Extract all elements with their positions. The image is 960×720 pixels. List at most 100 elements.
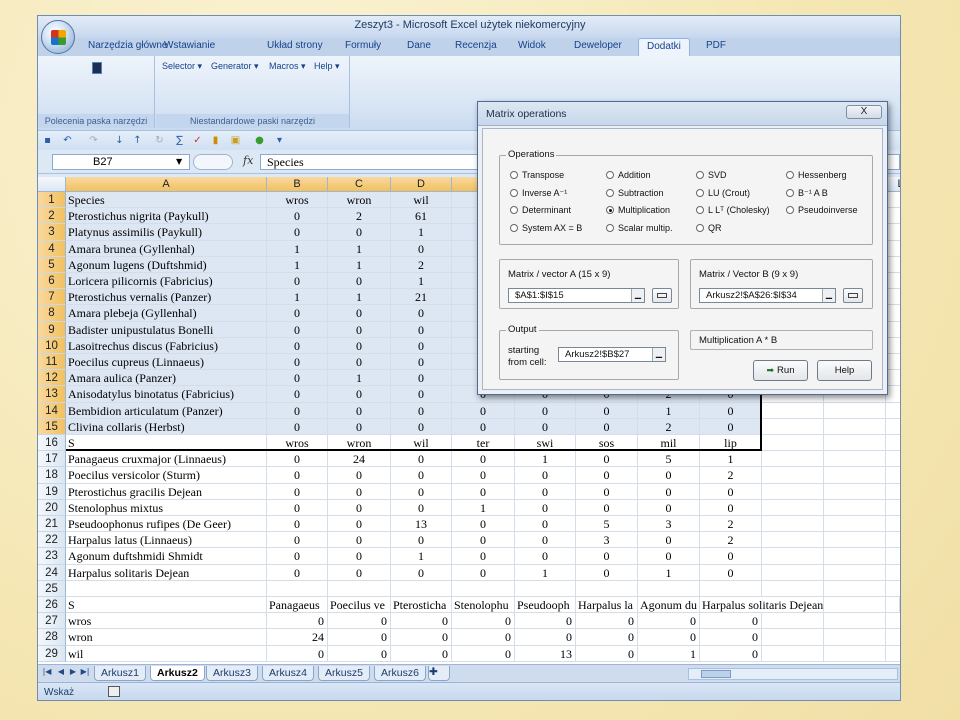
cell[interactable]: 1 [515,451,576,468]
cell[interactable]: 0 [328,273,391,290]
cell[interactable] [515,580,576,597]
cell[interactable]: 2 [328,208,391,225]
cell[interactable] [700,580,762,597]
cell[interactable]: 0 [267,402,328,419]
cell[interactable]: S [66,435,267,452]
fx-icon[interactable]: fx [243,154,253,167]
cell[interactable]: 0 [267,224,328,241]
sheet-tab[interactable]: Arkusz4 [262,666,314,681]
cell[interactable]: 0 [452,402,515,419]
cell[interactable]: 0 [452,645,515,662]
cell[interactable]: 21 [391,289,452,306]
cell[interactable] [886,305,900,322]
row-header[interactable]: 11 [38,354,66,371]
cell[interactable]: Harpalus solitaris Dejean [66,564,267,581]
cell[interactable]: 1 [391,548,452,565]
cell[interactable]: 1 [267,256,328,273]
operation-radio[interactable]: Pseudoinverse [786,205,858,215]
cell[interactable]: 0 [452,483,515,500]
cell[interactable]: 0 [391,532,452,549]
ref-collapse-button[interactable] [843,288,863,303]
cell[interactable]: wil [391,192,452,209]
cell[interactable]: 0 [328,224,391,241]
cell[interactable]: Poecilus versicolor (Sturm) [66,467,267,484]
cell[interactable]: 0 [267,354,328,371]
cell[interactable]: Amara brunea (Gyllenhal) [66,240,267,257]
cell[interactable]: 0 [576,483,638,500]
row-header[interactable]: 8 [38,305,66,322]
cell[interactable]: wros [66,613,267,630]
ribbon-tab[interactable]: Dane [407,40,431,51]
dropdown-icon[interactable]: ▁ [822,289,835,302]
cell[interactable]: Stenolophus mixtus [66,499,267,516]
redo-icon[interactable]: ↷ [88,135,99,146]
cell[interactable]: 0 [638,548,700,565]
cell[interactable]: 1 [452,499,515,516]
cell[interactable]: 0 [700,418,762,435]
cell[interactable]: Pterosticha [391,597,452,614]
row-header[interactable]: 25 [38,580,66,597]
cell[interactable]: 0 [576,402,638,419]
refresh-icon[interactable]: ↻ [154,135,165,146]
cell[interactable] [886,532,900,549]
cell[interactable]: 0 [391,613,452,630]
row-header[interactable]: 2 [38,208,66,225]
row-header[interactable]: 9 [38,321,66,338]
cell[interactable]: Badister unipustulatus Bonelli [66,321,267,338]
cell[interactable]: 0 [267,613,328,630]
cell[interactable]: 24 [267,629,328,646]
output-cell-input[interactable]: Arkusz2!$B$27 ▁ [558,347,666,362]
undo-icon[interactable]: ↶ [62,135,73,146]
cell[interactable]: 0 [328,467,391,484]
ribbon-tab[interactable]: Narzędzia główne [88,40,168,51]
scroll-thumb[interactable] [701,670,731,678]
cell[interactable] [886,273,900,290]
row-header[interactable]: 14 [38,402,66,419]
cell[interactable]: 3 [638,516,700,533]
sort-desc-icon[interactable]: ↑ [132,135,143,146]
cell[interactable] [886,629,900,646]
operation-radio[interactable]: Addition [606,170,651,180]
row-header[interactable]: 20 [38,499,66,516]
cell[interactable]: 0 [391,418,452,435]
spell-icon[interactable]: ✓ [192,135,203,146]
cell[interactable]: 0 [328,305,391,322]
cell[interactable]: 0 [700,613,762,630]
formula-icon[interactable]: ∑ [174,135,185,146]
cell[interactable]: 0 [515,467,576,484]
cell[interactable]: 0 [328,483,391,500]
cell[interactable]: 0 [638,629,700,646]
cell[interactable]: wil [391,435,452,452]
cell[interactable]: 0 [576,613,638,630]
row-header[interactable]: 16 [38,435,66,452]
cell[interactable]: Lasoitrechus discus (Fabricius) [66,337,267,354]
cell[interactable]: S [66,597,267,614]
cell[interactable]: 0 [638,613,700,630]
cell[interactable] [762,435,824,452]
cell[interactable]: 0 [452,564,515,581]
row-header[interactable]: 17 [38,451,66,468]
cell[interactable] [886,322,900,338]
matrix-a-input[interactable]: $A$1:$I$15 ▁ [508,288,645,303]
cell[interactable]: 3 [576,532,638,549]
ribbon-tab[interactable]: Dodatki [638,38,690,56]
cell[interactable]: wil [66,645,267,662]
cell[interactable]: 0 [328,386,391,403]
row-header[interactable]: 6 [38,273,66,290]
horizontal-scrollbar[interactable] [688,668,898,680]
cell[interactable]: wros [267,435,328,452]
sheet-tab[interactable]: Arkusz3 [206,666,258,681]
ribbon-tab[interactable]: PDF [706,40,726,51]
cell[interactable]: sos [576,435,638,452]
cell[interactable]: 0 [267,499,328,516]
cell[interactable] [762,645,824,662]
row-header[interactable]: 12 [38,370,66,387]
cell[interactable]: 0 [700,548,762,565]
cell[interactable] [824,629,886,646]
cell[interactable]: 0 [576,645,638,662]
cell[interactable]: 0 [452,451,515,468]
row-header[interactable]: 5 [38,256,66,273]
cell[interactable]: 0 [515,548,576,565]
paste-icon[interactable]: ▣ [230,135,241,146]
sort-asc-icon[interactable]: ↓ [114,135,125,146]
